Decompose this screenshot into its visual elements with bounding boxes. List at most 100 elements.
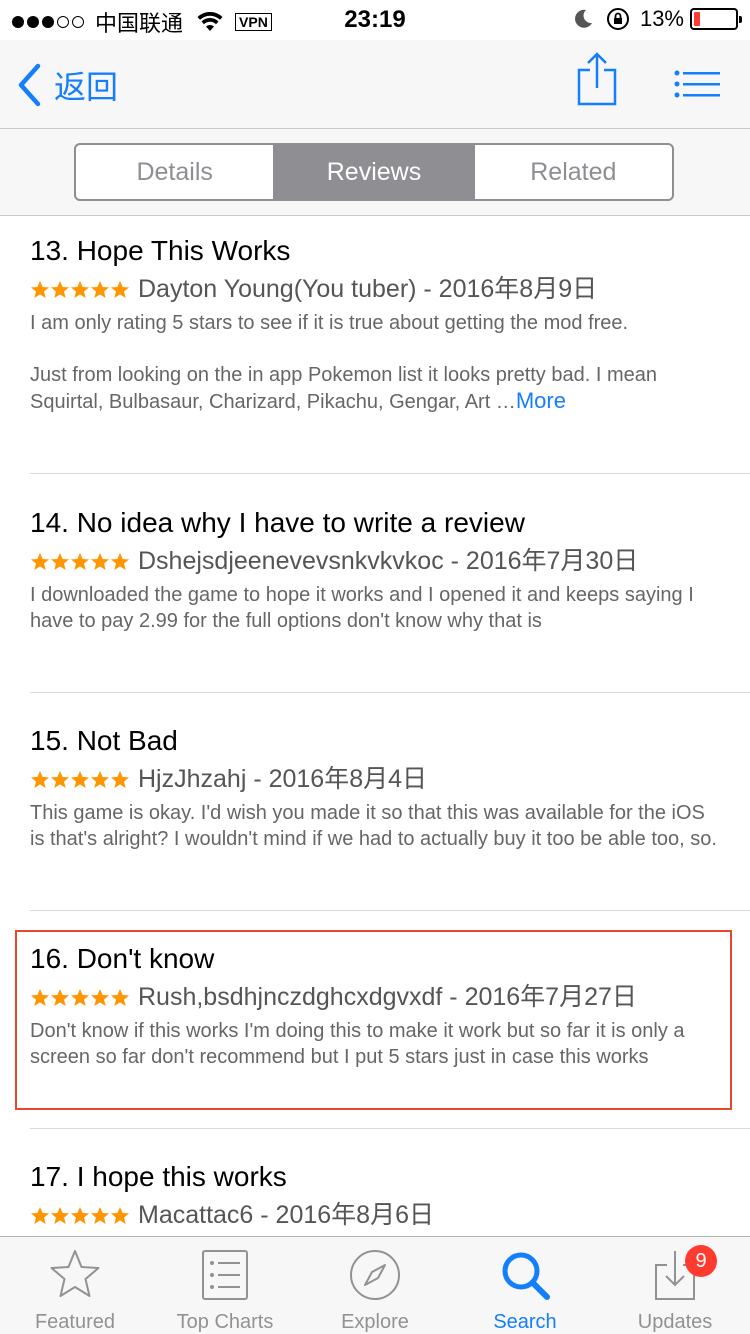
review-author-date: HjzJhzahj - 2016年8月4日 [138,765,428,793]
star-icon [111,1207,129,1224]
status-bar: 中国联通 VPN 23:19 13% [0,0,750,40]
review-body: Don't know if this works I'm doing this … [30,1018,720,1070]
star-icon [71,1207,89,1224]
battery-icon [690,8,742,30]
star-icon [91,771,109,788]
review-item[interactable]: 14. No idea why I have to write a review… [30,506,750,634]
chevron-left-icon [18,63,41,107]
status-right: 13% [572,6,742,32]
star-icon [111,553,129,570]
review-item[interactable]: 15. Not Bad HjzJhzahj - 2016年8月4日 This g… [30,724,750,852]
list-icon [202,1250,248,1300]
battery-fill [694,12,700,26]
tab-bar: Featured Top Charts Explore Search 9 Upd… [0,1236,750,1334]
star-icon [91,553,109,570]
review-body: I am only rating 5 stars to see if it is… [30,310,720,415]
star-icon [51,989,69,1006]
review-title: 14. No idea why I have to write a review [30,507,525,538]
star-icon [51,281,69,298]
star-icon [31,771,49,788]
star-icon [91,989,109,1006]
star-icon [50,1250,100,1297]
tab-label: Explore [341,1311,409,1333]
star-icon [111,989,129,1006]
review-item[interactable]: 16. Don't know Rush,bsdhjnczdghcxdgvxdf … [30,942,750,1070]
review-item[interactable]: 13. Hope This Works Dayton Young(You tub… [30,234,750,415]
review-author-date: Dshejsdjeenevevsnkvkvkoc - 2016年7月30日 [138,547,639,575]
star-icon [31,281,49,298]
tab-top-charts[interactable]: Top Charts [150,1237,300,1334]
tab-explore[interactable]: Explore [300,1237,450,1334]
rotation-lock-icon [606,8,629,30]
tab-reviews[interactable]: Reviews [275,145,475,199]
list-icon[interactable] [674,70,720,98]
star-icon [71,281,89,298]
updates-badge: 9 [685,1245,717,1277]
segmented-bar: Details Reviews Related [0,128,750,216]
star-icon [51,771,69,788]
battery-nub [739,16,742,23]
share-icon[interactable] [576,52,618,106]
divider [30,473,750,474]
review-paragraph: Don't know if this works I'm doing this … [30,1020,685,1068]
back-label: 返回 [54,68,119,106]
more-link[interactable]: More [516,388,566,413]
tab-search[interactable]: Search [450,1237,600,1334]
review-paragraph: I am only rating 5 stars to see if it is… [30,312,629,334]
tab-details[interactable]: Details [76,145,276,199]
star-rating [30,1206,130,1226]
tab-featured[interactable]: Featured [0,1237,150,1334]
tab-label: Top Charts [176,1311,274,1333]
divider [30,910,750,911]
star-icon [31,989,49,1006]
review-paragraph: Just from looking on the in app Pokemon … [30,362,720,415]
review-meta: Macattac6 - 2016年8月6日 [30,1196,750,1230]
moon-icon [575,9,592,28]
review-paragraph: This game is okay. I'd wish you made it … [30,802,717,850]
star-icon [71,553,89,570]
review-meta: Dayton Young(You tuber) - 2016年8月9日 [30,270,750,304]
star-icon [51,1207,69,1224]
nav-bar: 返回 [0,40,750,128]
divider [30,692,750,693]
reviews-list: 13. Hope This Works Dayton Young(You tub… [0,216,750,1236]
star-icon [31,1207,49,1224]
review-title: 15. Not Bad [30,725,178,756]
review-meta: HjzJhzahj - 2016年8月4日 [30,760,750,794]
star-icon [31,553,49,570]
star-icon [111,281,129,298]
segmented-control: Details Reviews Related [74,143,674,201]
tab-updates[interactable]: 9 Updates [600,1237,750,1334]
tab-related[interactable]: Related [475,145,672,199]
tab-label: Search [493,1311,557,1333]
review-body: I downloaded the game to hope it works a… [30,582,720,634]
star-icon [111,771,129,788]
divider [30,1128,750,1129]
star-rating [30,770,130,790]
search-icon [502,1252,550,1300]
star-icon [71,989,89,1006]
star-icon [91,1207,109,1224]
star-rating [30,988,130,1008]
review-item[interactable]: 17. I hope this works Macattac6 - 2016年8… [30,1160,750,1230]
star-rating [30,280,130,300]
star-rating [30,552,130,572]
compass-icon [350,1250,400,1300]
tab-label: Updates [637,1311,713,1333]
battery-percent: 13% [639,6,684,31]
review-author-date: Macattac6 - 2016年8月6日 [138,1201,434,1229]
review-body: This game is okay. I'd wish you made it … [30,800,720,852]
review-meta: Rush,bsdhjnczdghcxdgvxdf - 2016年7月27日 [30,978,750,1012]
star-icon [71,771,89,788]
review-title: 13. Hope This Works [30,235,291,266]
back-button[interactable]: 返回 [16,62,118,108]
review-meta: Dshejsdjeenevevsnkvkvkoc - 2016年7月30日 [30,542,750,576]
review-author-date: Rush,bsdhjnczdghcxdgvxdf - 2016年7月27日 [138,983,637,1011]
review-author-date: Dayton Young(You tuber) - 2016年8月9日 [138,275,598,303]
review-paragraph: I downloaded the game to hope it works a… [30,584,694,632]
review-title: 17. I hope this works [30,1161,287,1192]
tab-label: Featured [34,1311,116,1333]
star-icon [51,553,69,570]
star-icon [91,281,109,298]
review-title: 16. Don't know [30,943,215,974]
